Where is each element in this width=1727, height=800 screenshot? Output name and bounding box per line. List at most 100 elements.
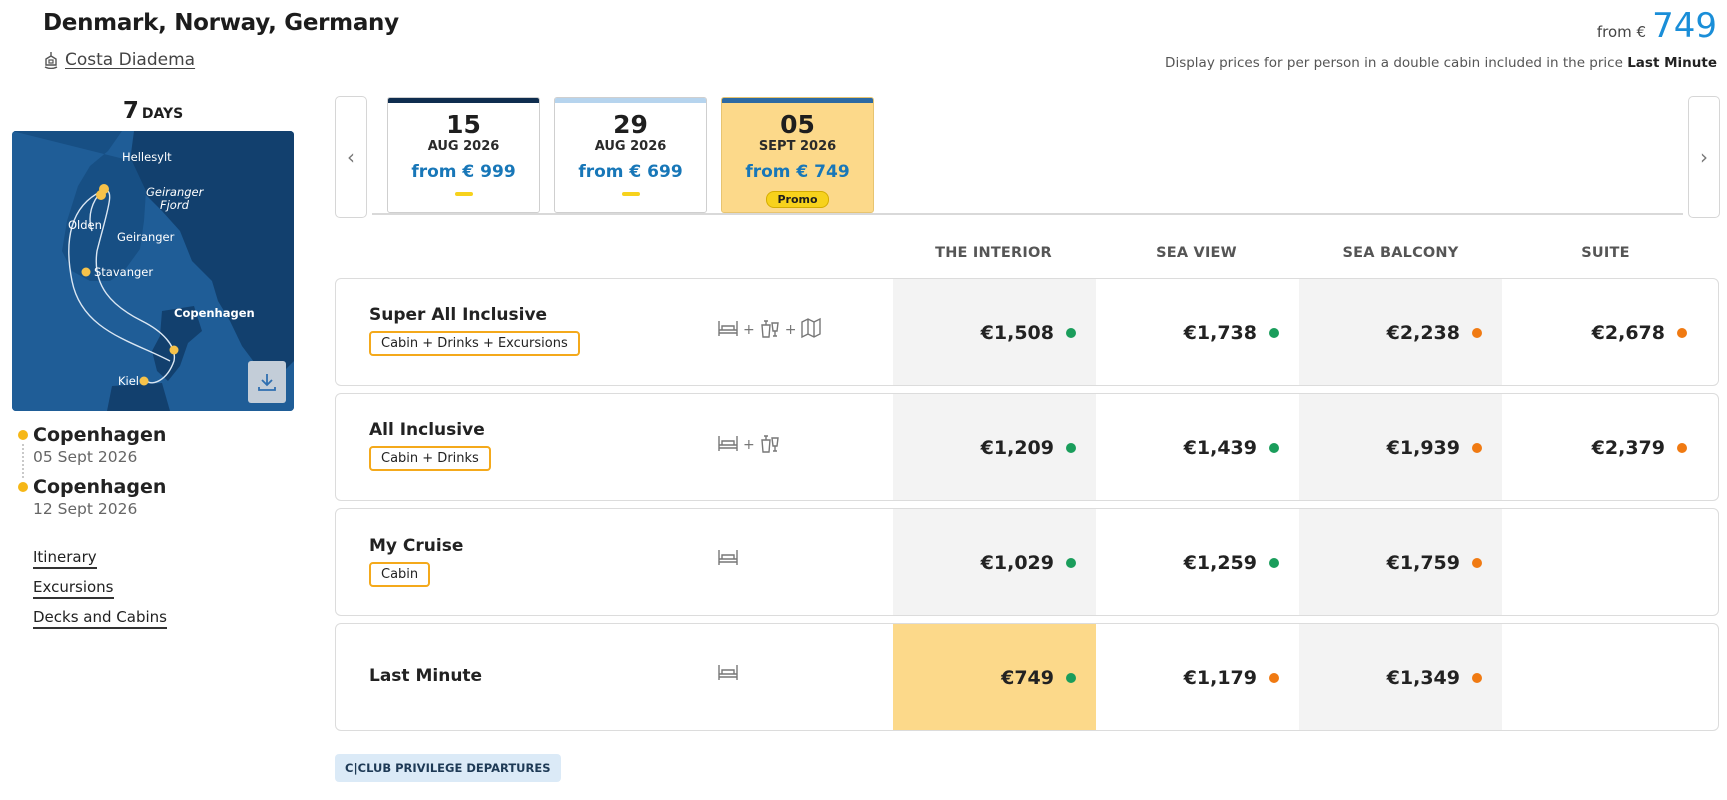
- download-icon: [256, 371, 278, 393]
- availability-dot-green: [1066, 328, 1076, 338]
- route-map[interactable]: Hellesylt Geiranger Fjord Olden Geirange…: [12, 131, 294, 411]
- col-header-suite: SUITE: [1581, 245, 1630, 261]
- price-cell-suite: [1502, 624, 1707, 730]
- excursion-map-icon: [800, 317, 822, 343]
- stop-arrival: Copenhagen 12 Sept 2026: [18, 476, 298, 528]
- package-tag: Cabin + Drinks: [369, 446, 491, 471]
- link-decks-and-cabins[interactable]: Decks and Cabins: [33, 608, 167, 629]
- chevron-left-icon: ‹: [347, 145, 355, 169]
- package-icons: +: [717, 432, 781, 458]
- package-row-last-minute: Last Minute €749 €1,179 €1,349: [335, 623, 1719, 731]
- package-icons: [717, 662, 739, 686]
- date-option-15-aug[interactable]: 15 AUG 2026 from € 999: [387, 97, 540, 213]
- price-value: €1,439: [1183, 437, 1257, 459]
- availability-dot-orange: [1677, 443, 1687, 453]
- map-label-fjord: Fjord: [160, 198, 190, 212]
- availability-dot-orange: [1472, 443, 1482, 453]
- package-row-my-cruise: My Cruise Cabin €1,029 €1,259 €1,759: [335, 508, 1719, 616]
- price-disclaimer: Display prices for per person in a doubl…: [1165, 55, 1717, 71]
- price-cell-sea-balcony[interactable]: €1,939: [1299, 394, 1502, 500]
- price-value: €1,029: [980, 552, 1054, 574]
- map-label-geiranger: Geiranger: [117, 230, 175, 244]
- date-strip-divider: [372, 213, 1683, 215]
- duration-number: 7: [122, 98, 139, 124]
- date-option-05-sept[interactable]: 05 SEPT 2026 from € 749 Promo: [721, 97, 874, 213]
- availability-dot-green: [1269, 558, 1279, 568]
- link-itinerary[interactable]: Itinerary: [33, 548, 97, 569]
- price-value: €2,379: [1591, 437, 1665, 459]
- map-label-stavanger: Stavanger: [94, 265, 153, 279]
- ship-name[interactable]: Costa Diadema: [65, 50, 195, 70]
- price-value: €2,678: [1591, 322, 1665, 344]
- stop-date: 12 Sept 2026: [33, 500, 138, 518]
- stop-dot: [18, 430, 28, 440]
- package-name: Super All Inclusive: [369, 305, 548, 325]
- plus-icon: +: [784, 322, 797, 338]
- package-icons: [717, 547, 739, 571]
- price-cell-interior[interactable]: €1,508: [893, 279, 1096, 385]
- promo-badge: Promo: [766, 191, 829, 208]
- package-tag: Cabin: [369, 562, 431, 587]
- price-value: €1,939: [1386, 437, 1460, 459]
- date-indicator: [621, 192, 640, 196]
- ship-icon: [43, 51, 59, 69]
- package-name: All Inclusive: [369, 420, 485, 440]
- bed-icon: [717, 547, 739, 571]
- link-excursions[interactable]: Excursions: [33, 578, 114, 599]
- price-cell-suite[interactable]: €2,678: [1502, 279, 1707, 385]
- date-card-topbar: [722, 98, 873, 103]
- drinks-icon: [759, 317, 781, 343]
- price-cell-sea-balcony[interactable]: €1,759: [1299, 509, 1502, 615]
- date-option-29-aug[interactable]: 29 AUG 2026 from € 699: [554, 97, 707, 213]
- price-cell-interior[interactable]: €749: [893, 624, 1096, 730]
- price-cell-suite[interactable]: €2,379: [1502, 394, 1707, 500]
- ship-link[interactable]: Costa Diadema: [43, 50, 195, 70]
- col-header-sea-balcony: SEA BALCONY: [1342, 245, 1459, 261]
- price-cell-interior[interactable]: €1,209: [893, 394, 1096, 500]
- price-value: €1,508: [980, 322, 1054, 344]
- availability-dot-green: [1066, 558, 1076, 568]
- plus-icon: +: [743, 437, 755, 453]
- price-cell-sea-view[interactable]: €1,439: [1096, 394, 1299, 500]
- download-map-button[interactable]: [248, 361, 286, 403]
- map-label-copenhagen: Copenhagen: [174, 306, 255, 320]
- availability-dot-green: [1066, 673, 1076, 683]
- price-cell-interior[interactable]: €1,029: [893, 509, 1096, 615]
- package-name: My Cruise: [369, 536, 464, 556]
- date-day: 05: [780, 110, 815, 139]
- price-cell-sea-balcony[interactable]: €2,238: [1299, 279, 1502, 385]
- date-indicator: [454, 192, 473, 196]
- date-day: 15: [446, 110, 481, 139]
- dates-next-button[interactable]: ›: [1688, 96, 1720, 218]
- date-price: from € 749: [745, 162, 850, 182]
- col-header-interior: THE INTERIOR: [935, 245, 1052, 261]
- price-value: €1,209: [980, 437, 1054, 459]
- disclaimer-text: Display prices for per person in a doubl…: [1165, 55, 1623, 71]
- price-cell-sea-balcony[interactable]: €1,349: [1299, 624, 1502, 730]
- availability-dot-green: [1269, 328, 1279, 338]
- package-row-super-all-inclusive: Super All Inclusive Cabin + Drinks + Exc…: [335, 278, 1719, 386]
- dates-prev-button[interactable]: ‹: [335, 96, 367, 218]
- price-cell-sea-view[interactable]: €1,259: [1096, 509, 1299, 615]
- map-label-olden: Olden: [68, 218, 102, 232]
- date-month: AUG 2026: [427, 139, 500, 154]
- date-price: from € 999: [411, 162, 516, 182]
- date-month: SEPT 2026: [758, 139, 837, 154]
- duration: 7 DAYS: [12, 98, 294, 124]
- info-links: Itinerary Excursions Decks and Cabins: [33, 548, 167, 638]
- disclaimer-bold: Last Minute: [1627, 55, 1717, 71]
- bed-icon: [717, 662, 739, 686]
- bed-icon: [717, 433, 739, 457]
- availability-dot-orange: [1472, 328, 1482, 338]
- col-header-sea-view: SEA VIEW: [1156, 245, 1237, 261]
- stop-city: Copenhagen: [33, 476, 167, 498]
- price-from: from € 749: [1597, 6, 1717, 46]
- availability-dot-green: [1066, 443, 1076, 453]
- price-from-label: from €: [1596, 23, 1647, 41]
- package-icons: + +: [717, 317, 822, 343]
- club-privilege-badge[interactable]: C|CLUB PRIVILEGE DEPARTURES: [335, 754, 561, 782]
- price-value: €749: [1001, 667, 1054, 689]
- price-cell-sea-view[interactable]: €1,738: [1096, 279, 1299, 385]
- price-cell-sea-view[interactable]: €1,179: [1096, 624, 1299, 730]
- package-tag: Cabin + Drinks + Excursions: [369, 331, 580, 356]
